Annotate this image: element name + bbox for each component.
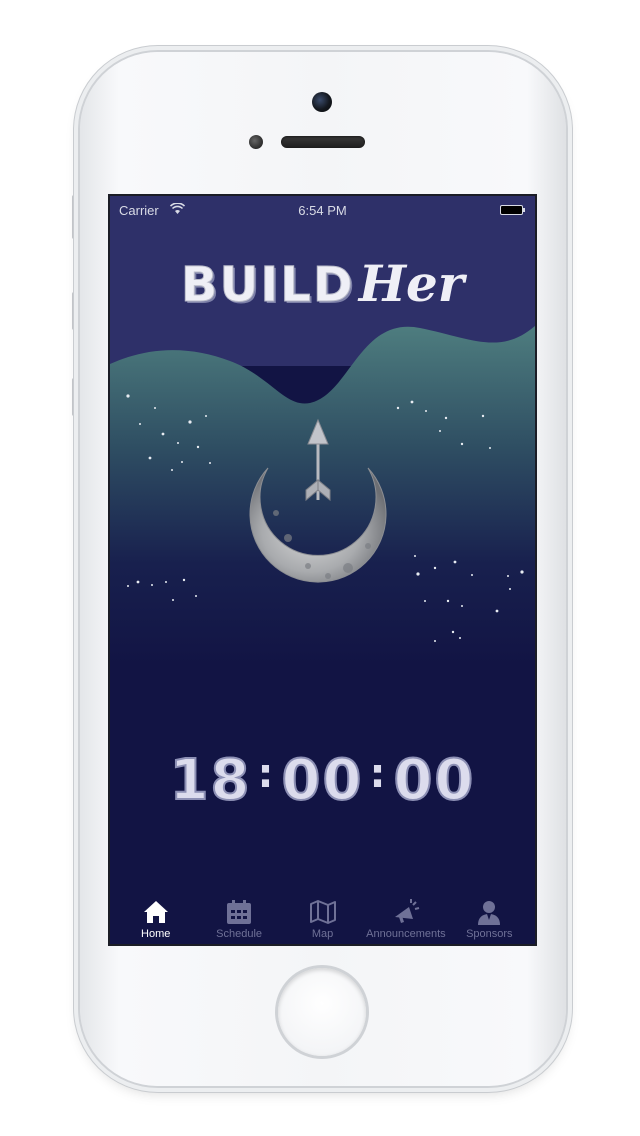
logo-her-text: Her <box>358 254 465 313</box>
tab-label: Sponsors <box>466 928 513 940</box>
crescent-moon-arrow-icon <box>249 418 387 583</box>
status-bar: Carrier 6:54 PM <box>110 196 535 224</box>
tab-announcements[interactable]: Announcements <box>364 896 447 944</box>
home-icon <box>143 901 168 923</box>
volume-down-button <box>72 378 78 416</box>
countdown-minutes: 00 <box>281 747 364 814</box>
tab-schedule[interactable]: Schedule <box>197 896 280 944</box>
tab-home[interactable]: Home <box>114 896 197 944</box>
app-screen: Carrier 6:54 PM BUILDHer 18: 00: 00 Ho… <box>108 194 537 946</box>
megaphone-icon <box>394 899 420 923</box>
tab-sponsors[interactable]: Sponsors <box>448 896 531 944</box>
logo-build-text: BUILD <box>180 257 355 314</box>
tab-label: Map <box>311 928 334 940</box>
power-button <box>406 45 486 51</box>
mute-switch <box>72 195 78 239</box>
tab-map[interactable]: Map <box>281 896 364 944</box>
volume-up-button <box>72 292 78 330</box>
tab-label: Home <box>141 928 171 940</box>
countdown-separator: : <box>369 751 388 797</box>
calendar-icon <box>227 900 252 924</box>
proximity-sensor <box>249 135 263 149</box>
device-stage: Carrier 6:54 PM BUILDHer 18: 00: 00 Ho… <box>0 0 640 1136</box>
home-button[interactable] <box>278 968 366 1056</box>
countdown-separator: : <box>257 751 276 797</box>
countdown-seconds: 00 <box>392 747 476 814</box>
map-icon <box>309 900 336 924</box>
battery-icon <box>500 205 525 215</box>
front-camera <box>312 92 332 112</box>
countdown-hours: 18 <box>169 747 252 814</box>
countdown-timer: 18:00:00 <box>110 747 535 814</box>
app-logo: BUILDHer <box>110 254 535 314</box>
tab-bar: Home Schedule Map Announcements Sponsors <box>110 896 535 944</box>
tab-label: Schedule <box>216 928 263 940</box>
earpiece-speaker <box>281 136 365 148</box>
person-icon <box>478 901 501 925</box>
tab-label: Announcements <box>366 928 446 940</box>
status-time: 6:54 PM <box>298 203 347 218</box>
